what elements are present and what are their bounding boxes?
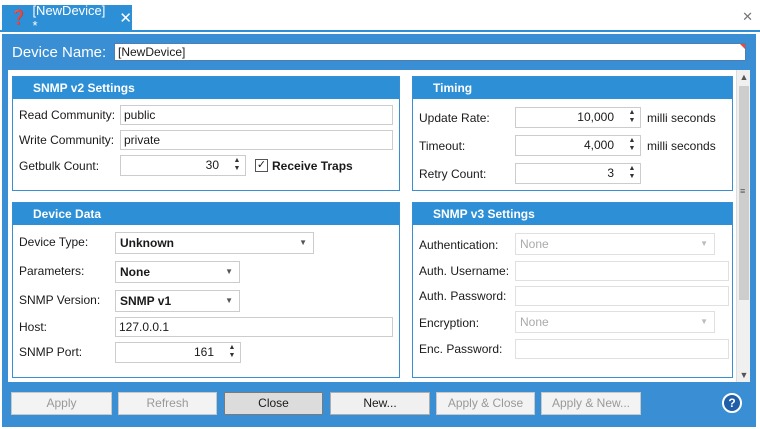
receive-traps-checkbox[interactable]: ✓ — [255, 159, 268, 172]
dropdown-arrow-icon: ▼ — [700, 239, 708, 248]
window-close-icon[interactable]: ✕ — [742, 9, 753, 25]
apply-close-button[interactable]: Apply & Close — [436, 392, 535, 415]
scroll-down-icon[interactable]: ▼ — [737, 368, 750, 382]
help-icon[interactable]: ? — [722, 393, 742, 413]
device-editor: Device Name: [NewDevice] SNMP v2 Setting… — [2, 34, 756, 427]
parameters-label: Parameters: — [19, 264, 85, 278]
auth-username-input[interactable] — [515, 261, 729, 281]
snmp-version-select[interactable]: SNMP v1 ▼ — [115, 290, 240, 312]
authentication-label: Authentication: — [419, 238, 499, 252]
tab-close-icon[interactable]: ✕ — [119, 9, 132, 27]
getbulk-count-label: Getbulk Count: — [19, 159, 100, 173]
spin-arrows-icon[interactable]: ▲ ▼ — [627, 137, 637, 153]
authentication-value: None — [520, 237, 549, 251]
timing-title: Timing — [413, 77, 732, 99]
snmp-v3-title: SNMP v3 Settings — [413, 203, 732, 225]
read-community-input[interactable]: public — [120, 105, 393, 125]
enc-password-input[interactable] — [515, 339, 729, 359]
update-rate-value: 10,000 — [577, 110, 614, 124]
snmp-v2-panel: SNMP v2 Settings Read Community: public … — [12, 76, 400, 191]
update-rate-stepper[interactable]: 10,000 ▲ ▼ — [515, 107, 641, 128]
snmp-version-label: SNMP Version: — [19, 293, 101, 307]
getbulk-count-value: 30 — [205, 158, 219, 172]
spin-arrows-icon[interactable]: ▲ ▼ — [232, 157, 242, 173]
tab-strip: ❓ [NewDevice] * ✕ ✕ — [0, 0, 760, 33]
apply-new-button[interactable]: Apply & New... — [541, 392, 641, 415]
write-community-label: Write Community: — [19, 133, 115, 147]
timeout-unit: milli seconds — [647, 139, 716, 153]
close-button[interactable]: Close — [224, 392, 323, 415]
encryption-label: Encryption: — [419, 316, 480, 330]
host-label: Host: — [19, 320, 48, 334]
encryption-value: None — [520, 315, 549, 329]
snmp-v2-title: SNMP v2 Settings — [13, 77, 399, 99]
dropdown-arrow-icon: ▼ — [225, 267, 233, 276]
scroll-up-icon[interactable]: ▲ — [737, 70, 750, 84]
timing-panel: Timing Update Rate: 10,000 ▲ ▼ milli seco… — [412, 76, 733, 191]
receive-traps-label[interactable]: Receive Traps — [272, 159, 353, 173]
device-name-label: Device Name: — [12, 43, 107, 61]
spin-arrows-icon[interactable]: ▲ ▼ — [227, 344, 237, 360]
auth-username-label: Auth. Username: — [419, 264, 510, 278]
device-name-input[interactable]: [NewDevice] — [114, 43, 746, 61]
snmp-port-label: SNMP Port: — [19, 345, 83, 359]
spin-arrows-icon[interactable]: ▲ ▼ — [627, 165, 637, 181]
timeout-label: Timeout: — [419, 139, 466, 153]
update-rate-label: Update Rate: — [419, 111, 490, 125]
dropdown-arrow-icon: ▼ — [700, 317, 708, 326]
device-type-label: Device Type: — [19, 235, 89, 249]
question-icon: ❓ — [10, 9, 28, 25]
auth-password-input[interactable] — [515, 286, 729, 306]
getbulk-count-stepper[interactable]: 30 ▲ ▼ — [120, 155, 246, 176]
grip-icon: ≡ — [740, 186, 746, 196]
retry-count-label: Retry Count: — [419, 167, 487, 181]
authentication-select[interactable]: None ▼ — [515, 233, 715, 255]
snmp-port-stepper[interactable]: 161 ▲ ▼ — [115, 342, 241, 363]
device-type-value: Unknown — [120, 236, 174, 250]
refresh-button[interactable]: Refresh — [118, 392, 217, 415]
timeout-stepper[interactable]: 4,000 ▲ ▼ — [515, 135, 641, 156]
encryption-select[interactable]: None ▼ — [515, 311, 715, 333]
tab-title: [NewDevice] * — [32, 2, 106, 33]
device-type-select[interactable]: Unknown ▼ — [115, 232, 314, 254]
retry-count-value: 3 — [607, 166, 614, 180]
apply-button[interactable]: Apply — [11, 392, 112, 415]
read-community-label: Read Community: — [19, 108, 116, 122]
dropdown-arrow-icon: ▼ — [299, 238, 307, 247]
update-rate-unit: milli seconds — [647, 111, 716, 125]
retry-count-stepper[interactable]: 3 ▲ ▼ — [515, 163, 641, 184]
dropdown-arrow-icon: ▼ — [225, 296, 233, 305]
tab-new-device[interactable]: ❓ [NewDevice] * ✕ — [2, 2, 132, 33]
snmp-v3-panel: SNMP v3 Settings Authentication: None ▼ … — [412, 202, 733, 378]
vertical-scrollbar[interactable]: ▲ ≡ ▼ — [736, 70, 750, 382]
settings-content: SNMP v2 Settings Read Community: public … — [8, 70, 750, 382]
spin-arrows-icon[interactable]: ▲ ▼ — [627, 109, 637, 125]
new-button[interactable]: New... — [330, 392, 430, 415]
host-input[interactable]: 127.0.0.1 — [115, 317, 393, 337]
auth-password-label: Auth. Password: — [419, 289, 507, 303]
device-data-panel: Device Data Device Type: Unknown ▼ Param… — [12, 202, 400, 378]
device-name-row: Device Name: — [12, 42, 110, 62]
snmp-port-value: 161 — [193, 345, 214, 359]
parameters-value: None — [120, 265, 150, 279]
device-data-title: Device Data — [13, 203, 399, 225]
enc-password-label: Enc. Password: — [419, 342, 503, 356]
parameters-select[interactable]: None ▼ — [115, 261, 240, 283]
write-community-input[interactable]: private — [120, 130, 393, 150]
timeout-value: 4,000 — [583, 138, 614, 152]
snmp-version-value: SNMP v1 — [120, 294, 172, 308]
